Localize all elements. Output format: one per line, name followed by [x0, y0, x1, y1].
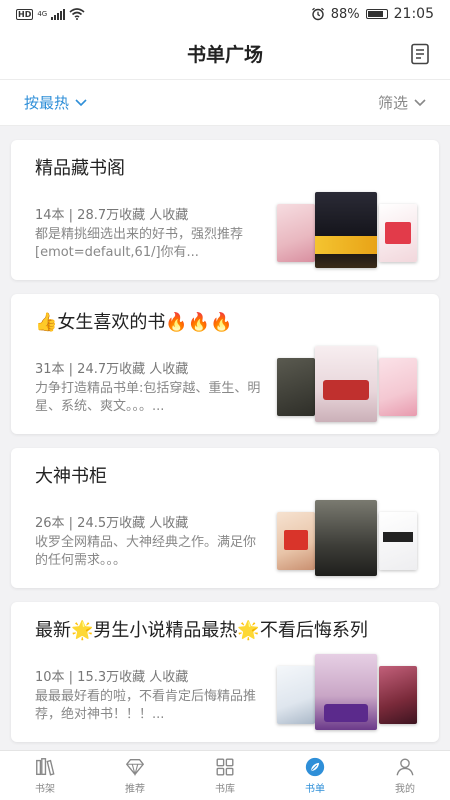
user-icon: [396, 758, 414, 776]
status-left: HD 4G: [16, 8, 85, 20]
book-cover: [379, 512, 417, 570]
bottom-tab-bar: 书架 推荐 书库 书单 我的: [0, 750, 450, 800]
chevron-down-icon: [75, 98, 87, 106]
book-cover: [315, 346, 377, 422]
booklist-card[interactable]: 精品藏书阁 14本 | 28.7万收藏 人收藏 都是精挑细选出来的好书，强烈推荐…: [11, 140, 439, 280]
booklist-covers: [277, 346, 417, 422]
filter-bar: 按最热 筛选: [0, 80, 450, 126]
tab-label: 书单: [305, 784, 325, 795]
booklist-covers: [277, 192, 417, 268]
booklist-title: 最新🌟男生小说精品最热🌟不看后悔系列: [35, 620, 368, 641]
tab-recommend[interactable]: 推荐: [90, 751, 180, 800]
filter-dropdown[interactable]: 筛选: [378, 92, 426, 113]
book-cover: [379, 666, 417, 724]
booklist-description: 最最最好看的啦，不看肯定后悔精品推荐，绝对神书！！！...: [35, 689, 257, 722]
booklist-covers: [277, 500, 417, 576]
bookshelf-icon: [36, 758, 55, 776]
hd-indicator: HD: [16, 8, 34, 20]
book-cover: [379, 204, 417, 262]
grid-icon: [216, 758, 234, 776]
clock: 21:05: [393, 6, 434, 22]
booklist-stats: 10本 | 15.3万收藏 人收藏: [35, 670, 189, 685]
booklist-title: 精品藏书阁: [35, 158, 125, 179]
booklist-stats: 14本 | 28.7万收藏 人收藏: [35, 208, 189, 223]
book-cover: [277, 204, 315, 262]
battery-icon: [365, 9, 388, 19]
book-cover: [315, 192, 377, 268]
booklist-description: 收罗全网精品、大神经典之作。满足你的任何需求。。。: [35, 535, 257, 568]
tab-booklist[interactable]: 书单: [270, 751, 360, 800]
booklist-stats: 26本 | 24.5万收藏 人收藏: [35, 516, 189, 531]
leaf-icon: [305, 757, 325, 777]
sort-dropdown[interactable]: 按最热: [24, 92, 87, 113]
book-cover: [315, 500, 377, 576]
sort-label: 按最热: [24, 94, 70, 112]
booklist-stats: 31本 | 24.7万收藏 人收藏: [35, 362, 189, 377]
wifi-icon: [69, 8, 85, 20]
alarm-icon: [311, 7, 324, 21]
book-cover: [277, 666, 315, 724]
booklist-title: 大神书柜: [35, 466, 107, 487]
filter-label: 筛选: [377, 94, 408, 112]
booklist-menu-icon[interactable]: [408, 42, 432, 66]
status-right: 88% 21:05: [311, 6, 434, 22]
signal-icon: [51, 8, 66, 20]
booklist-card[interactable]: 大神书柜 26本 | 24.5万收藏 人收藏 收罗全网精品、大神经典之作。满足你…: [11, 448, 439, 588]
book-cover: [315, 654, 377, 730]
tab-profile[interactable]: 我的: [360, 751, 450, 800]
booklist-title: 👍女生喜欢的书🔥🔥🔥: [35, 312, 233, 333]
booklist-description: 力争打造精品书单:包括穿越、重生、明星、系统、爽文。。。...: [35, 381, 261, 414]
network-type: 4G: [37, 10, 48, 18]
tab-bookshelf[interactable]: 书架: [0, 751, 90, 800]
booklist-covers: [277, 654, 417, 730]
battery-percent: 88%: [330, 6, 360, 22]
tab-library[interactable]: 书库: [180, 751, 270, 800]
book-cover: [277, 358, 315, 416]
tab-label: 推荐: [125, 784, 145, 795]
diamond-icon: [126, 758, 144, 777]
booklist-list: 精品藏书阁 14本 | 28.7万收藏 人收藏 都是精挑细选出来的好书，强烈推荐…: [0, 126, 450, 750]
status-bar: HD 4G 88% 21:05: [0, 0, 450, 28]
chevron-down-icon: [414, 98, 426, 106]
booklist-description: 都是精挑细选出来的好书，强烈推荐[emot=default,61/]你有...: [35, 227, 244, 260]
tab-label: 书库: [215, 784, 235, 795]
tab-label: 我的: [395, 784, 415, 795]
tab-label: 书架: [35, 784, 55, 795]
booklist-card[interactable]: 👍女生喜欢的书🔥🔥🔥 31本 | 24.7万收藏 人收藏 力争打造精品书单:包括…: [11, 294, 439, 434]
book-cover: [277, 512, 315, 570]
page-title: 书单广场: [186, 44, 263, 66]
app-header: 书单广场: [0, 28, 450, 80]
booklist-card[interactable]: 最新🌟男生小说精品最热🌟不看后悔系列 10本 | 15.3万收藏 人收藏 最最最…: [11, 602, 439, 742]
book-cover: [379, 358, 417, 416]
